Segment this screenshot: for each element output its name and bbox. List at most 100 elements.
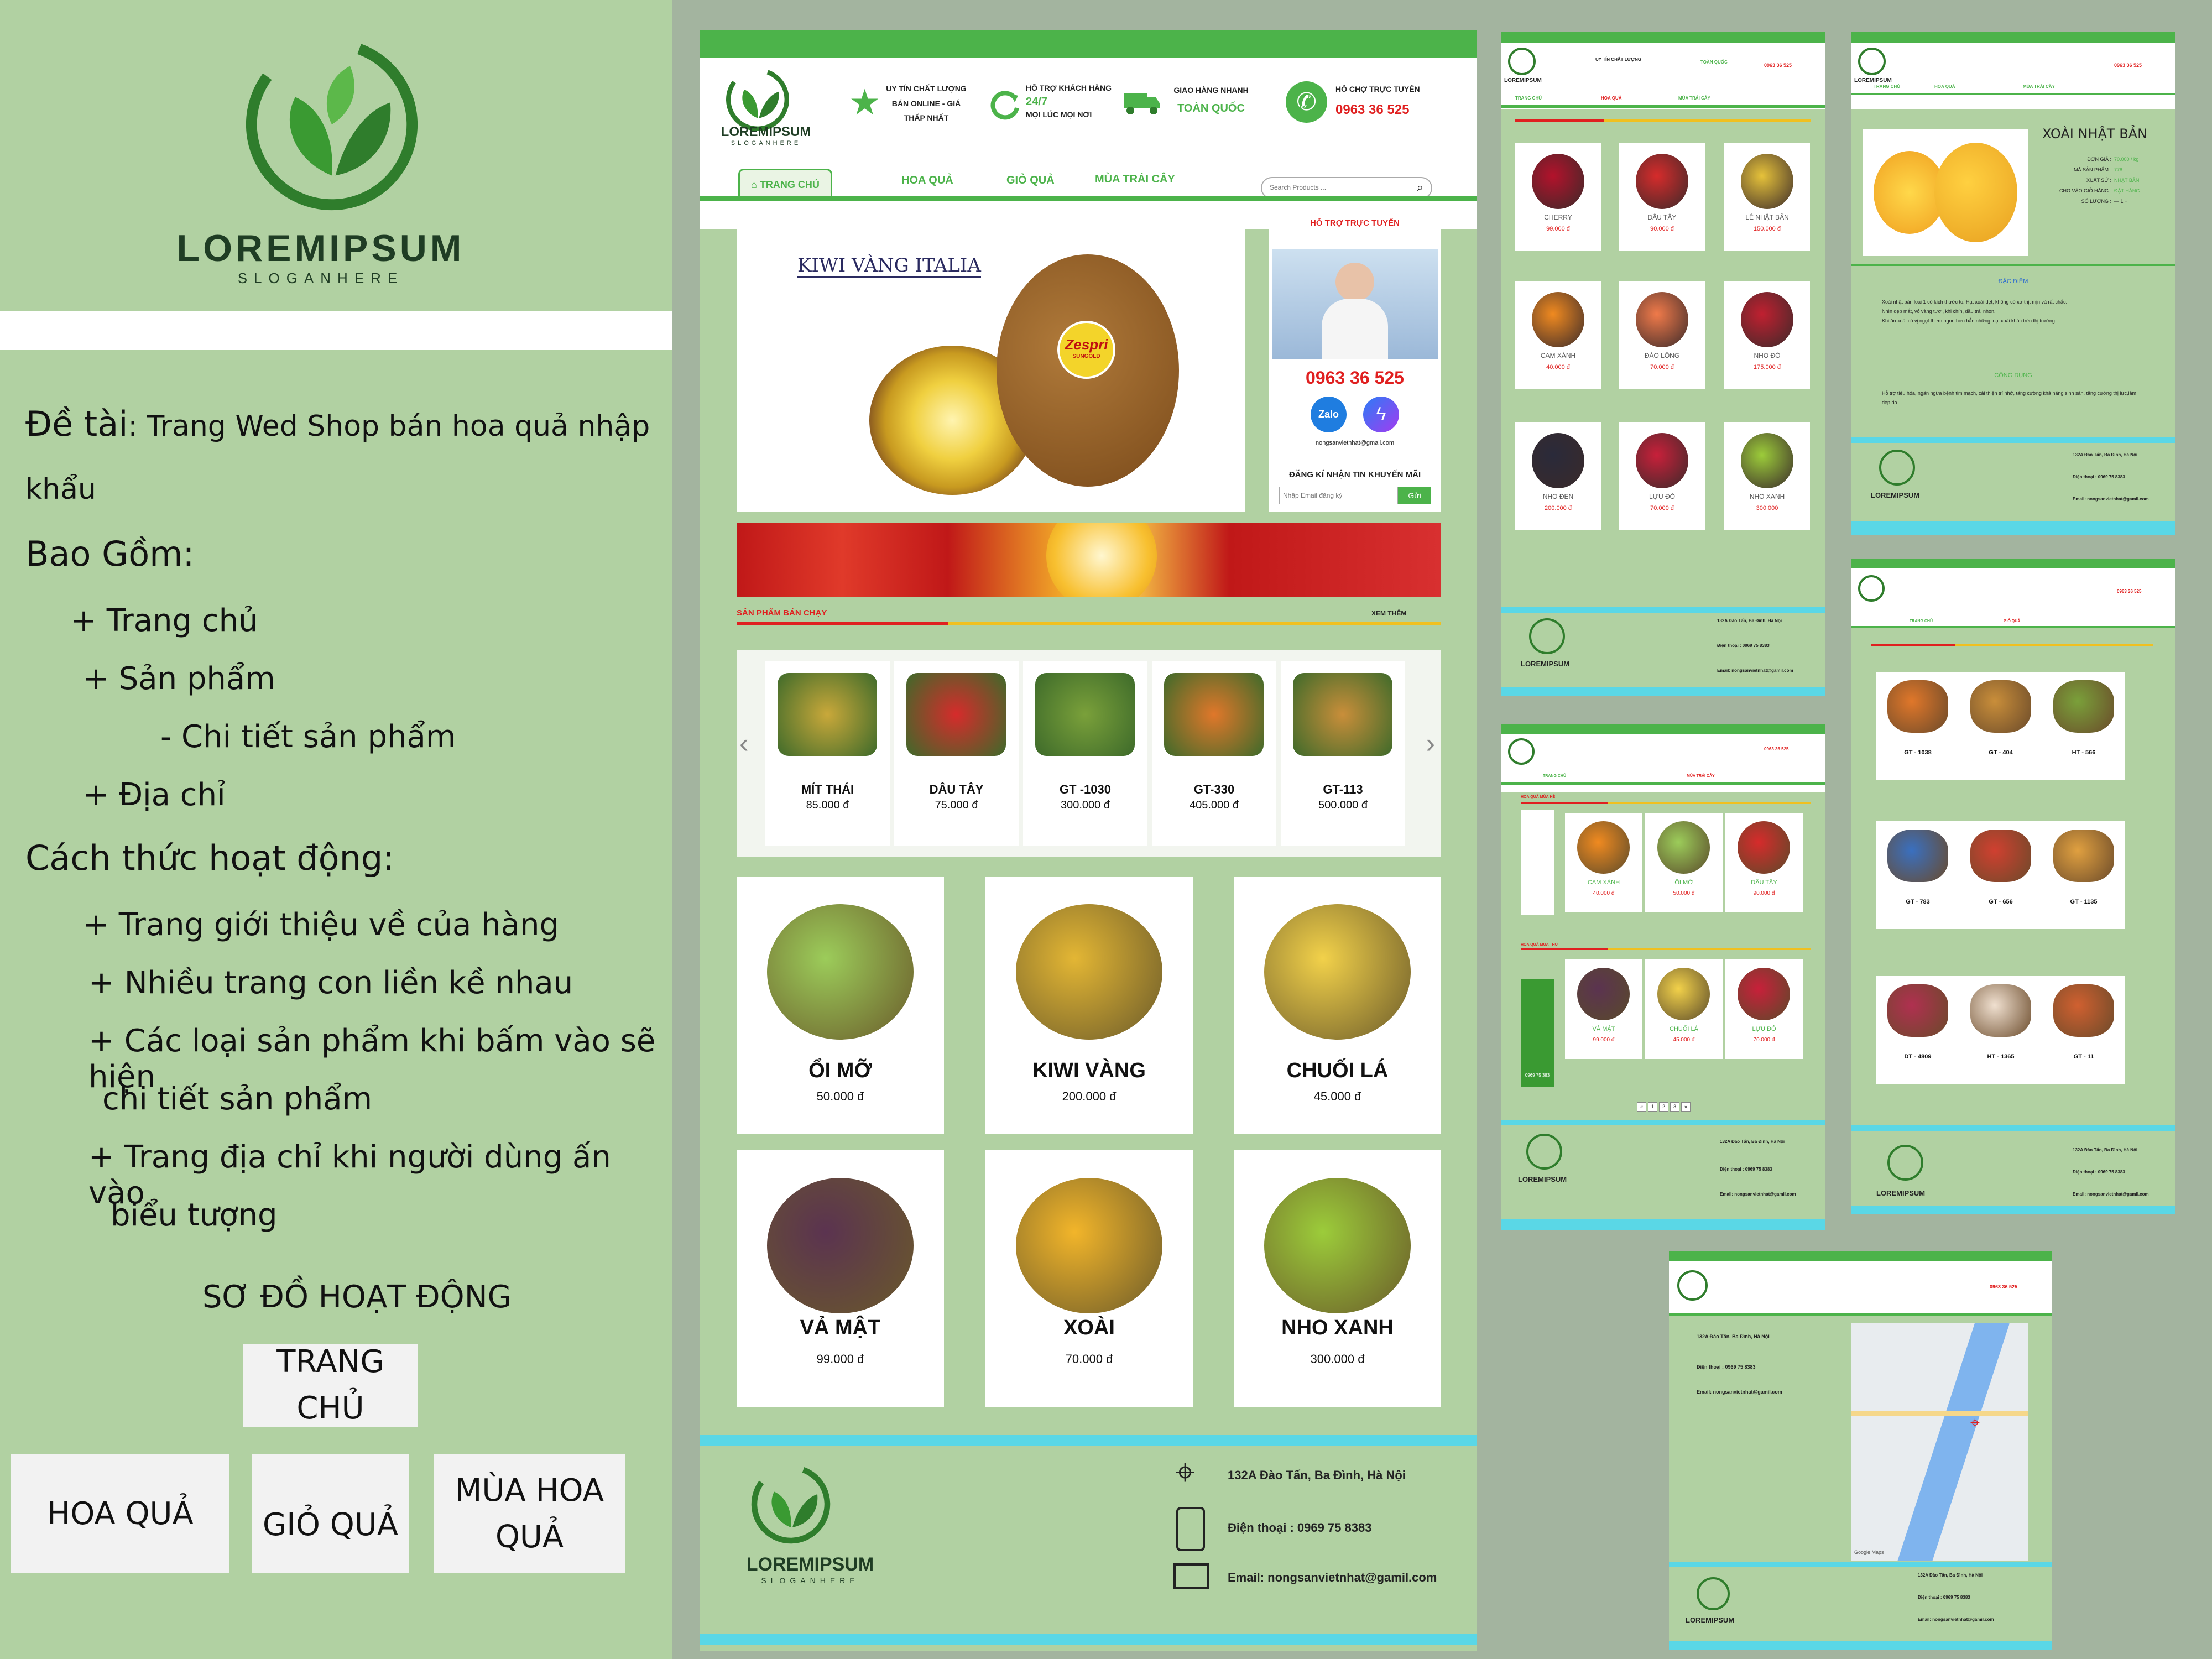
basket-card[interactable]: DT - 4809: [1876, 976, 1959, 1084]
zalo-icon[interactable]: Zalo: [1311, 397, 1347, 432]
hotline-number[interactable]: 0963 36 525: [1335, 97, 1435, 123]
support-email[interactable]: nongsanvietnhat@gmail.com: [1269, 440, 1441, 446]
product-name: NHO ĐỎ: [1754, 352, 1781, 359]
product-card[interactable]: CAM XÀNH 40.000 đ: [1515, 281, 1601, 389]
detail-row-value: NHẬT BẢN: [2114, 178, 2140, 183]
product-card[interactable]: NHO XANH 300.000 đ: [1234, 1150, 1441, 1407]
product-card[interactable]: KIWI VÀNG 200.000 đ: [985, 877, 1193, 1134]
hero-banner[interactable]: KIWI VÀNG ITALIA Zespri SUNGOLD: [737, 207, 1245, 512]
top-green-bar: [1501, 724, 1825, 734]
diagram-node-season: MÙA HOA QUẢ: [434, 1454, 625, 1573]
product-card[interactable]: NHO ĐEN 200.000 đ: [1515, 422, 1601, 530]
product-card[interactable]: ỔI MỠ 50.000 đ: [1645, 813, 1723, 912]
search-box[interactable]: ⌕: [1261, 177, 1432, 199]
tab-home[interactable]: ⌂ TRANG CHỦ: [738, 169, 832, 199]
messenger-icon[interactable]: ϟ: [1363, 397, 1399, 432]
bestseller-card[interactable]: GT-330 405.000 đ: [1152, 661, 1276, 846]
product-card[interactable]: CHUỐI LÁ 45.000 đ: [1234, 877, 1441, 1134]
product-image: [906, 673, 1006, 756]
home-page-mock: LOREMIPSUM SLOGANHERE ★ UY TÍN CHẤT LƯỢN…: [700, 30, 1477, 1651]
bestseller-card[interactable]: GT-113 500.000 đ: [1281, 661, 1405, 846]
mini-header: [1851, 43, 2175, 109]
basket-card[interactable]: GT - 1038: [1876, 672, 1959, 780]
basket-image: [2053, 680, 2114, 733]
support-phone[interactable]: 0963 36 525: [1269, 368, 1441, 388]
footer-email[interactable]: Email: nongsanvietnhat@gamil.com: [1228, 1571, 1437, 1585]
mini-tab-home[interactable]: TRANG CHỦ: [1515, 96, 1542, 101]
basket-card[interactable]: HT - 566: [2042, 672, 2125, 780]
feature-text: HỖ TRỢ KHÁCH HÀNG: [1026, 84, 1112, 92]
phone-icon[interactable]: ✆: [1286, 81, 1327, 123]
basket-card[interactable]: GT - 656: [1959, 821, 2042, 929]
product-card[interactable]: LÊ NHẬT BẢN 150.000 đ: [1724, 143, 1810, 251]
basket-card[interactable]: GT - 11: [2042, 976, 2125, 1084]
basket-name: GT - 1038: [1904, 749, 1932, 756]
home-icon: ⌂: [751, 179, 760, 190]
carousel-prev-icon[interactable]: ‹: [739, 727, 749, 759]
search-input[interactable]: [1270, 178, 1408, 197]
mini-tab-home[interactable]: TRANG CHỦ: [1543, 774, 1566, 778]
bestseller-card[interactable]: MÍT THÁI 85.000 đ: [765, 661, 890, 846]
product-card[interactable]: NHO XANH 300.000: [1724, 422, 1810, 530]
product-card[interactable]: CHUỐI LÁ 45.000 đ: [1645, 959, 1723, 1059]
mini-footer-phone: Điện thoại : 0969 75 8383: [2073, 474, 2125, 479]
product-card[interactable]: NHO ĐỎ 175.000 đ: [1724, 281, 1810, 389]
product-card[interactable]: VẢ MẬT 99.000 đ: [737, 1150, 944, 1407]
product-card[interactable]: ĐÀO LÔNG 70.000 đ: [1619, 281, 1705, 389]
google-map[interactable]: ⌖ Google Maps: [1851, 1323, 2028, 1561]
product-card[interactable]: ỔI MỠ 50.000 đ: [737, 877, 944, 1134]
page-button[interactable]: »: [1681, 1102, 1691, 1112]
page-button[interactable]: 3: [1670, 1102, 1679, 1112]
product-card[interactable]: LỰU ĐỎ 70.000 đ: [1619, 422, 1705, 530]
bestseller-more-link[interactable]: XEM THÊM: [1371, 609, 1406, 617]
mini-tab-fruits[interactable]: HOA QUẢ: [1601, 96, 1621, 101]
promo-submit-button[interactable]: Gửi: [1398, 487, 1431, 504]
tab-baskets[interactable]: GIỎ QUẢ: [1006, 174, 1055, 187]
product-card[interactable]: XOÀI 70.000 đ: [985, 1150, 1193, 1407]
detail-row-value[interactable]: — 1 +: [2114, 199, 2127, 204]
page-button[interactable]: 2: [1659, 1102, 1668, 1112]
mini-hotline: 0963 36 525: [2117, 589, 2142, 594]
product-card[interactable]: DÂU TÂY 90.000 đ: [1619, 143, 1705, 251]
product-card[interactable]: LỰU ĐỎ 70.000 đ: [1725, 959, 1803, 1059]
info-panel: LOREMIPSUM SLOGANHERE Đề tài: Trang Wed …: [0, 0, 672, 1659]
product-image: [767, 904, 914, 1040]
product-price: 45.000 đ: [1313, 1089, 1361, 1103]
basket-name: HT - 566: [2072, 749, 2096, 756]
map-address: 132A Đào Tấn, Ba Đình, Hà Nội: [1697, 1334, 1770, 1339]
mini-tab-home[interactable]: TRANG CHỦ: [1874, 84, 1900, 89]
zespri-sticker: Zespri SUNGOLD: [1057, 321, 1115, 379]
mini-tab-season[interactable]: MÙA TRÁI CÂY: [1678, 96, 1710, 101]
carousel-next-icon[interactable]: ›: [1426, 727, 1435, 759]
location-pin-icon[interactable]: ⌖: [1175, 1454, 1195, 1490]
basket-card[interactable]: GT - 404: [1959, 672, 2042, 780]
mini-tab-baskets[interactable]: GIỎ QUẢ: [2004, 619, 2020, 623]
basket-card[interactable]: GT - 1135: [2042, 821, 2125, 929]
product-price: 90.000 đ: [1753, 890, 1775, 896]
season-phone-banner[interactable]: 0969 75 383: [1521, 979, 1554, 1087]
mini-tab-home[interactable]: TRANG CHỦ: [1910, 619, 1933, 623]
mini-tab-fruits[interactable]: HOA QUẢ: [1934, 84, 1955, 89]
page-button[interactable]: 1: [1648, 1102, 1657, 1112]
mini-tab-season[interactable]: MÙA TRÁI CÂY: [2023, 84, 2055, 89]
bestseller-card[interactable]: GT -1030 300.000 đ: [1023, 661, 1147, 846]
page-button[interactable]: «: [1637, 1102, 1646, 1112]
product-card[interactable]: CHERRY 99.000 đ: [1515, 143, 1601, 251]
mini-logo-icon: [1508, 738, 1535, 765]
basket-card[interactable]: HT - 1365: [1959, 976, 2042, 1084]
promo-email-input[interactable]: [1279, 487, 1398, 504]
detail-row-value[interactable]: ĐẶT HÀNG: [2114, 188, 2140, 194]
bestseller-card[interactable]: DÂU TÂY 75.000 đ: [894, 661, 1019, 846]
product-card[interactable]: DÂU TÂY 90.000 đ: [1725, 813, 1803, 912]
site-logo-icon[interactable]: [724, 66, 791, 133]
product-image: [1577, 968, 1630, 1020]
product-card[interactable]: VẢ MẬT 99.000 đ: [1565, 959, 1642, 1059]
basket-card[interactable]: GT - 783: [1876, 821, 1959, 929]
mini-tab-season[interactable]: MÙA TRÁI CÂY: [1687, 774, 1715, 778]
tab-season[interactable]: MÙA TRÁI CÂY: [1095, 173, 1175, 186]
tab-fruits[interactable]: HOA QUẢ: [901, 174, 953, 187]
map-pin-icon[interactable]: ⌖: [1970, 1414, 1980, 1433]
search-icon[interactable]: ⌕: [1417, 180, 1423, 195]
product-card[interactable]: CAM XÀNH 40.000 đ: [1565, 813, 1642, 912]
product-name: LỰU ĐỎ: [1649, 493, 1675, 500]
